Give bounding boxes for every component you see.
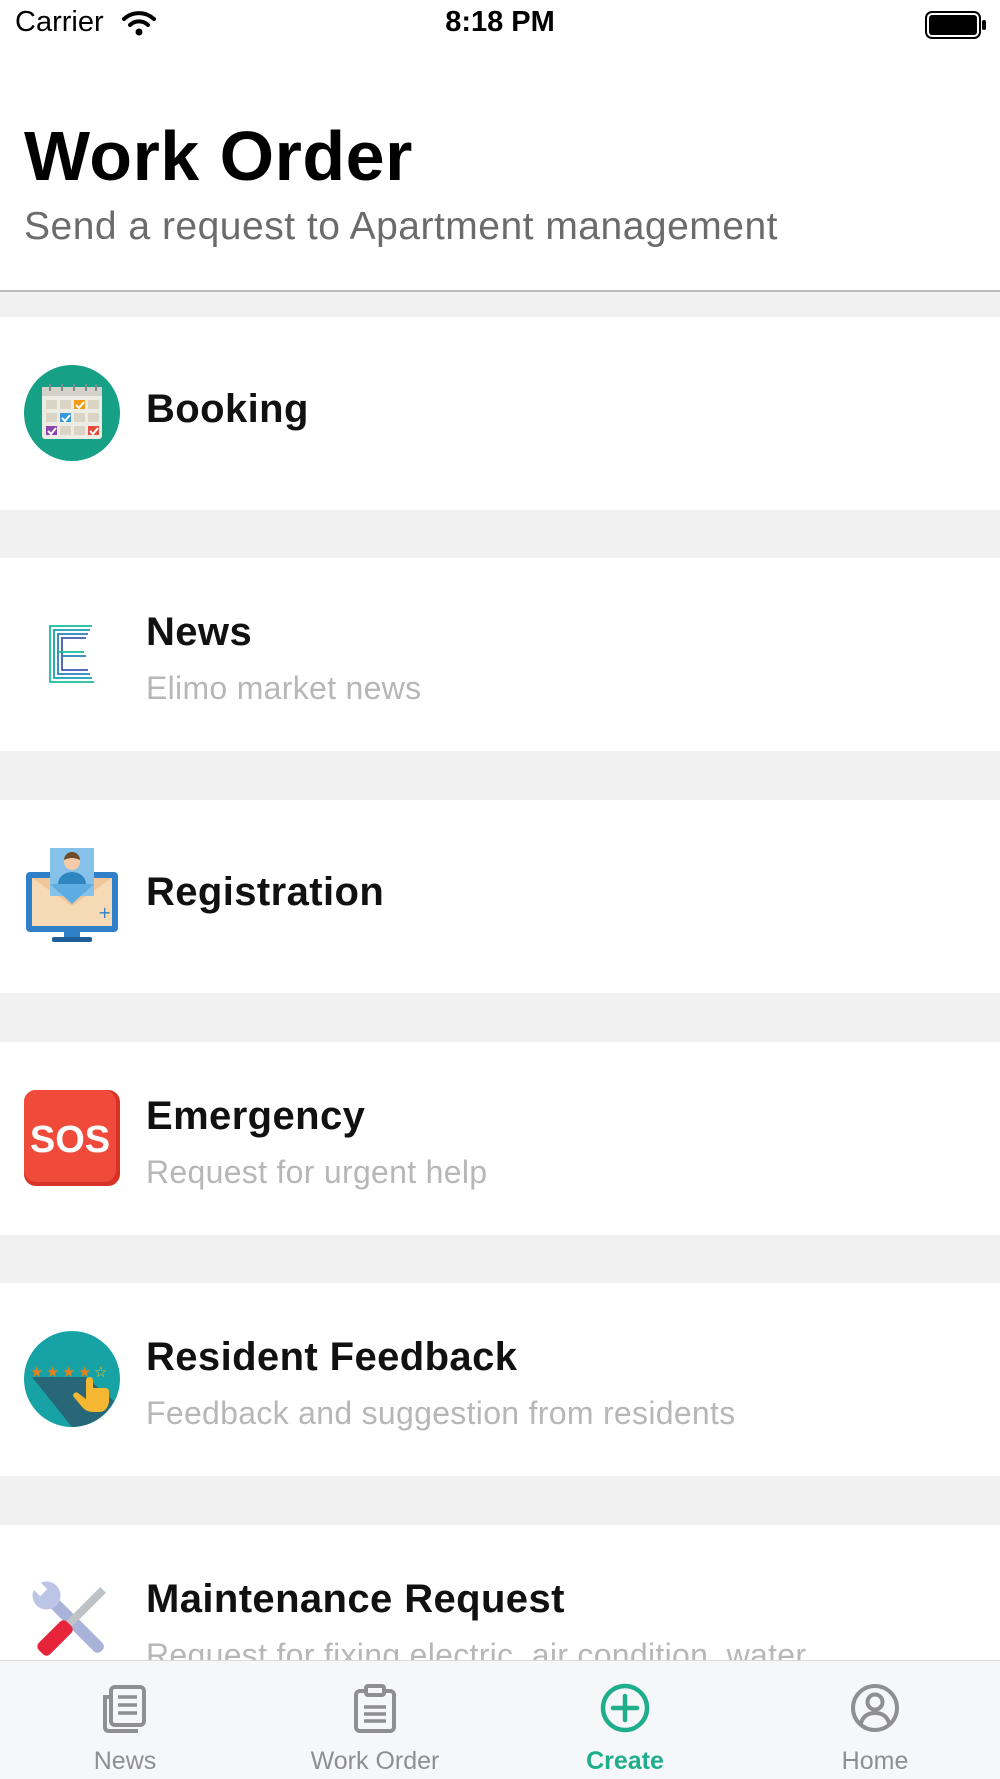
calendar-icon: [24, 365, 120, 461]
list-item-resident-feedback[interactable]: ★ ★ ★ ★ ☆ Resident Feedback Feedback and…: [0, 1283, 1000, 1476]
item-title: Registration: [146, 870, 385, 914]
battery-icon: [925, 11, 986, 39]
page-subtitle: Send a request to Apartment management: [24, 205, 778, 248]
tab-work-order[interactable]: Work Order: [250, 1661, 500, 1779]
item-title: Maintenance Request: [146, 1577, 565, 1621]
plus-circle-icon: [600, 1683, 650, 1733]
sos-icon: SOS: [24, 1090, 120, 1186]
newspaper-icon: [103, 1685, 146, 1733]
svg-text:SOS: SOS: [30, 1119, 110, 1161]
user-circle-icon: [851, 1684, 899, 1732]
svg-text:★: ★: [46, 1363, 59, 1381]
request-type-list: Booking News Elimo market news + Registr…: [0, 292, 1000, 1660]
list-item-news[interactable]: News Elimo market news: [0, 558, 1000, 751]
item-subtitle: Request for fixing electric, air conditi…: [146, 1637, 851, 1660]
tab-label: Home: [841, 1747, 909, 1775]
list-item-maintenance-request[interactable]: Maintenance Request Request for fixing e…: [0, 1525, 1000, 1660]
svg-text:☆: ☆: [94, 1363, 107, 1381]
svg-text:★: ★: [30, 1363, 43, 1381]
list-item-emergency[interactable]: SOS Emergency Request for urgent help: [0, 1042, 1000, 1235]
list-item-registration[interactable]: + Registration: [0, 800, 1000, 993]
tab-news[interactable]: News: [0, 1661, 250, 1779]
clock: 8:18 PM: [445, 6, 555, 38]
status-bar: Carrier 8:18 PM: [0, 0, 1000, 50]
page-title: Work Order: [24, 117, 413, 195]
tools-icon: [31, 1580, 106, 1656]
item-subtitle: Elimo market news: [146, 670, 422, 706]
tab-label: Work Order: [310, 1747, 440, 1775]
item-title: Resident Feedback: [146, 1335, 518, 1379]
item-title: Emergency: [146, 1094, 366, 1138]
item-title: Booking: [146, 387, 309, 431]
tab-label: News: [93, 1747, 157, 1775]
registration-monitor-icon: +: [26, 848, 118, 942]
svg-text:+: +: [98, 903, 111, 922]
item-subtitle: Feedback and suggestion from residents: [146, 1395, 736, 1431]
tab-create[interactable]: Create: [500, 1661, 750, 1779]
list-item-booking[interactable]: Booking: [0, 317, 1000, 510]
item-title: News: [146, 610, 253, 654]
elimo-logo-icon: [49, 625, 94, 683]
rating-stars-icon: ★ ★ ★ ★ ☆: [24, 1331, 120, 1427]
tab-bar: News Work Order Create Home: [0, 1660, 1000, 1779]
svg-text:★: ★: [62, 1363, 75, 1381]
tab-label: Create: [586, 1747, 664, 1775]
tab-home[interactable]: Home: [750, 1661, 1000, 1779]
item-subtitle: Request for urgent help: [146, 1154, 488, 1190]
page-header: Work Order Send a request to Apartment m…: [0, 50, 1000, 292]
clipboard-icon: [354, 1684, 396, 1733]
